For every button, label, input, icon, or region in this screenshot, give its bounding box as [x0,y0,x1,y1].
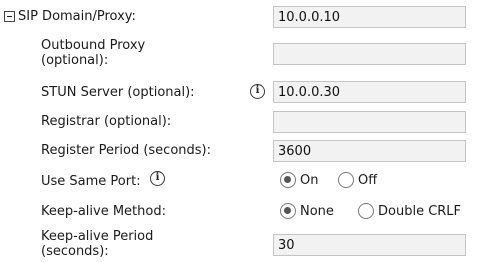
register-period-row: Register Period (seconds): [0,137,494,165]
keep-alive-double-crlf-label: Double CRLF [378,204,462,219]
keep-alive-period-label: Keep-alive Period (seconds): [41,229,153,259]
use-same-port-on-label: On [300,173,319,188]
registrar-field[interactable] [273,111,466,133]
registrar-label: Registrar (optional): [41,114,172,129]
stun-server-field[interactable] [273,81,466,103]
outbound-proxy-label: Outbound Proxy (optional): [41,38,145,68]
registrar-row: Registrar (optional): [0,108,494,136]
use-same-port-on-radio[interactable] [280,172,296,188]
keep-alive-period-label-line1: Keep-alive Period [41,229,154,244]
collapse-minus-icon[interactable] [4,11,15,22]
stun-server-label: STUN Server (optional): [41,85,195,100]
use-same-port-label: Use Same Port: [41,174,141,189]
info-icon[interactable]: i [150,171,165,186]
use-same-port-row: Use Same Port: i On Off [0,168,494,196]
keep-alive-double-crlf-radio[interactable] [358,203,374,219]
use-same-port-off-radio[interactable] [338,172,354,188]
keep-alive-method-label: Keep-alive Method: [41,204,166,219]
sip-domain-field[interactable] [273,6,466,28]
sip-domain-row: SIP Domain/Proxy: [0,0,494,32]
stun-server-row: STUN Server (optional): i [0,78,494,108]
use-same-port-off-label: Off [358,173,378,188]
keep-alive-method-row: Keep-alive Method: None Double CRLF [0,198,494,224]
outbound-proxy-row: Outbound Proxy (optional): [0,34,494,76]
outbound-proxy-field[interactable] [273,43,466,65]
outbound-proxy-label-line2: (optional): [41,53,109,68]
sip-domain-label: SIP Domain/Proxy: [18,9,136,24]
keep-alive-period-field[interactable] [273,234,466,256]
keep-alive-period-row: Keep-alive Period (seconds): [0,226,494,262]
register-period-field[interactable] [273,140,466,162]
keep-alive-none-radio[interactable] [280,203,296,219]
info-icon[interactable]: i [250,84,265,99]
keep-alive-none-label: None [300,204,334,219]
keep-alive-period-label-line2: (seconds): [41,244,109,259]
outbound-proxy-label-line1: Outbound Proxy [41,38,146,53]
register-period-label: Register Period (seconds): [41,143,211,158]
